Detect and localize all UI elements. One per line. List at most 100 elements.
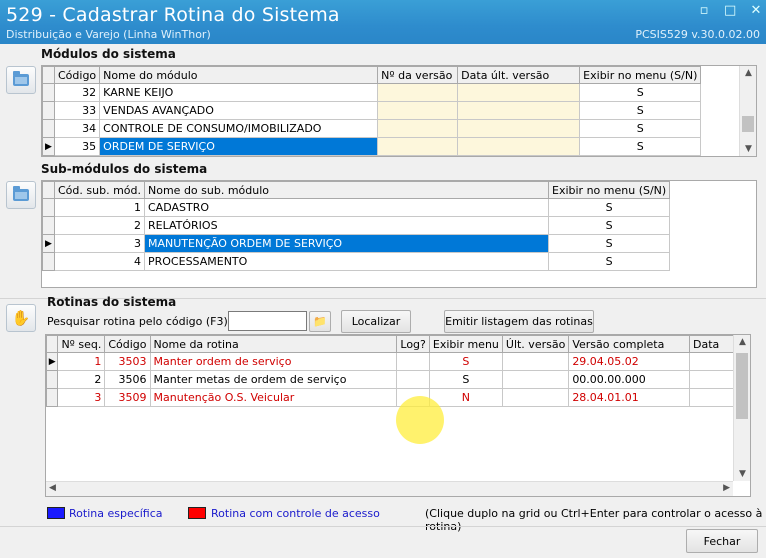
cell-exibir: S [428, 352, 503, 371]
col-exibir-menu[interactable]: Exibir no menu (S/N) [579, 66, 702, 84]
rotinas-horizontal-scrollbar[interactable]: ◀ ▶ [46, 481, 733, 496]
col-codigo[interactable]: Código [104, 335, 151, 353]
cell-exibir: S [428, 370, 503, 389]
cell-codigo: 3509 [104, 388, 151, 407]
cell-exibir: S [547, 252, 671, 271]
cell-nome: VENDAS AVANÇADO [99, 101, 379, 120]
row-indicator [42, 216, 55, 235]
fechar-button[interactable]: Fechar [686, 529, 758, 553]
hand-icon: ✋ [11, 309, 31, 327]
table-row[interactable]: 32 KARNE KEIJO S [42, 83, 702, 102]
scroll-up-icon[interactable]: ▲ [734, 337, 750, 347]
grid-indicator-header [46, 335, 59, 353]
search-label: Pesquisar rotina pelo código (F3): [47, 315, 232, 328]
col-data-ult-versao[interactable]: Data últ. versão [457, 66, 581, 84]
cell-nome: Manter metas de ordem de serviço [149, 370, 398, 389]
cell-versao[interactable] [377, 119, 459, 138]
cell-codigo: 32 [53, 83, 101, 102]
table-row-selected[interactable]: ▶ 35 ORDEM DE SERVIÇO S [42, 137, 702, 156]
cell-codigo: 3 [54, 234, 145, 253]
legend-especifica-label: Rotina específica [69, 507, 163, 520]
cell-versao[interactable] [377, 137, 459, 156]
close-icon[interactable]: ✕ [750, 3, 762, 18]
col-log[interactable]: Log? [396, 335, 430, 353]
table-row[interactable]: 33 VENDAS AVANÇADO S [42, 101, 702, 120]
table-row[interactable]: 3 3509 Manutenção O.S. Veicular N 28.04.… [46, 388, 750, 407]
table-row[interactable]: 4 PROCESSAMENTO S [42, 252, 671, 271]
table-row-selected[interactable]: ▶ 3 MANUTENÇÃO ORDEM DE SERVIÇO S [42, 234, 671, 253]
cell-nome: KARNE KEIJO [99, 83, 379, 102]
row-indicator [42, 119, 55, 138]
scroll-thumb[interactable] [742, 116, 754, 132]
modulos-section-title: Módulos do sistema [41, 47, 176, 61]
submodulos-folder-button[interactable] [6, 181, 36, 209]
cell-exibir: S [579, 119, 702, 138]
col-num-versao[interactable]: Nº da versão [377, 66, 459, 84]
col-codigo[interactable]: Código [53, 66, 101, 84]
cell-exibir: S [579, 83, 702, 102]
modulos-grid[interactable]: Código Nome do módulo Nº da versão Data … [41, 65, 757, 157]
title-bar: 529 - Cadastrar Rotina do Sistema Distri… [0, 0, 766, 44]
scroll-down-icon[interactable]: ▼ [740, 144, 756, 154]
modulos-folder-button[interactable] [6, 66, 36, 94]
localizar-button[interactable]: Localizar [341, 310, 411, 333]
col-versao-completa[interactable]: Versão completa [568, 335, 691, 353]
table-row-selected[interactable]: ▶ 1 3503 Manter ordem de serviço S 29.04… [46, 352, 750, 371]
col-ult-versao[interactable]: Últ. versão [501, 335, 570, 353]
cell-exibir: S [547, 216, 671, 235]
modulos-vertical-scrollbar[interactable]: ▲ ▼ [739, 66, 756, 156]
window-title: 529 - Cadastrar Rotina do Sistema [6, 4, 340, 26]
col-cod-sub-mod[interactable]: Cód. sub. mód. [54, 181, 145, 199]
cell-nome: PROCESSAMENTO [144, 252, 549, 271]
cell-data[interactable] [457, 101, 581, 120]
search-lookup-button[interactable]: 📁 [309, 311, 331, 332]
scroll-thumb[interactable] [736, 353, 748, 419]
cell-versao[interactable] [377, 83, 459, 102]
scroll-right-icon[interactable]: ▶ [723, 483, 730, 493]
rotinas-vertical-scrollbar[interactable]: ▲ ▼ [733, 335, 750, 481]
scroll-down-icon[interactable]: ▼ [734, 469, 750, 479]
maximize-icon[interactable]: □ [724, 3, 736, 18]
row-indicator [42, 198, 55, 217]
cell-data[interactable] [457, 137, 581, 156]
table-row[interactable]: 2 RELATÓRIOS S [42, 216, 671, 235]
cell-codigo: 34 [53, 119, 101, 138]
scroll-up-icon[interactable]: ▲ [740, 68, 756, 78]
row-indicator [46, 370, 59, 389]
cell-ult-versao [501, 352, 570, 371]
row-pointer-icon: ▶ [42, 137, 55, 156]
cell-nome: Manter ordem de serviço [149, 352, 398, 371]
cell-versao[interactable] [377, 101, 459, 120]
cell-exibir: S [547, 234, 671, 253]
col-exibir-menu[interactable]: Exibir menu [428, 335, 503, 353]
grid-indicator-header [42, 66, 55, 84]
col-nome-sub-modulo[interactable]: Nome do sub. módulo [144, 181, 549, 199]
cell-log [396, 352, 430, 371]
table-row[interactable]: 34 CONTROLE DE CONSUMO/IMOBILIZADO S [42, 119, 702, 138]
restore-icon[interactable]: ▫ [698, 3, 710, 18]
search-input[interactable] [228, 311, 307, 331]
col-exibir-menu[interactable]: Exibir no menu (S/N) [547, 181, 671, 199]
footer-divider [0, 526, 766, 527]
emitir-listagem-button[interactable]: Emitir listagem das rotinas [444, 310, 594, 333]
col-num-seq[interactable]: Nº seq. [57, 335, 106, 353]
program-version: PCSIS529 v.30.0.02.00 [635, 28, 760, 41]
cell-codigo: 4 [54, 252, 145, 271]
submodulos-grid[interactable]: Cód. sub. mód. Nome do sub. módulo Exibi… [41, 180, 757, 288]
row-indicator [42, 252, 55, 271]
row-pointer-icon: ▶ [42, 234, 55, 253]
col-nome-modulo[interactable]: Nome do módulo [99, 66, 379, 84]
folder-search-icon: 📁 [313, 315, 327, 328]
cell-data[interactable] [457, 119, 581, 138]
cell-versao: 29.04.05.02 [568, 352, 691, 371]
scroll-left-icon[interactable]: ◀ [49, 483, 56, 493]
row-indicator [42, 83, 55, 102]
col-nome-rotina[interactable]: Nome da rotina [149, 335, 398, 353]
cursor-highlight [396, 396, 444, 444]
window-controls: ▫ □ ✕ [698, 3, 762, 18]
cell-data[interactable] [457, 83, 581, 102]
table-row[interactable]: 1 CADASTRO S [42, 198, 671, 217]
rotinas-access-button[interactable]: ✋ [6, 304, 36, 332]
legend-especifica-swatch [47, 507, 65, 519]
table-row[interactable]: 2 3506 Manter metas de ordem de serviço … [46, 370, 750, 389]
